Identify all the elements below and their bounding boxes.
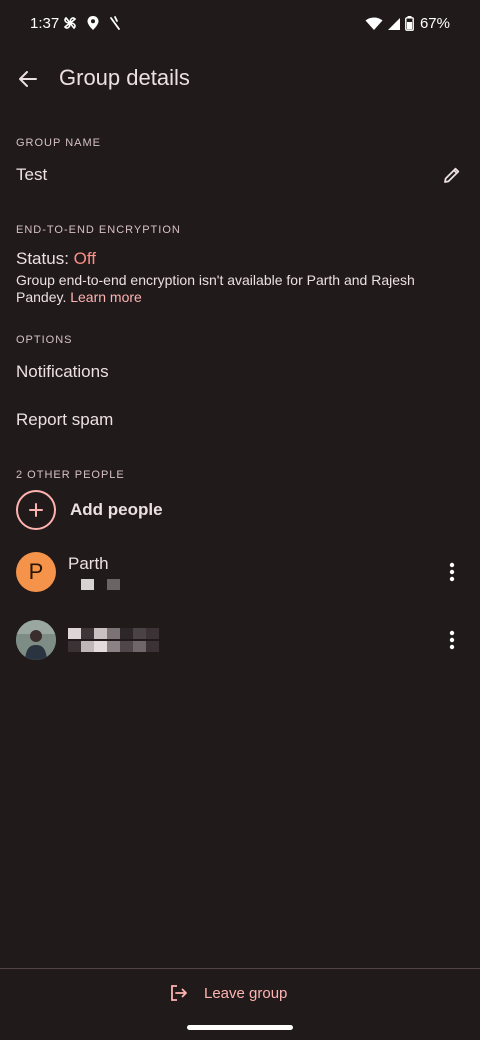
status-label: Status: — [16, 249, 69, 268]
plus-icon — [29, 503, 43, 517]
battery-percent: 67% — [419, 15, 450, 32]
member-more-options-button[interactable] — [442, 626, 462, 654]
group-name-value: Test — [16, 165, 48, 184]
redacted-phone-number — [68, 579, 120, 590]
status-bar: 1:37 67% — [0, 0, 480, 48]
learn-more-link[interactable]: Learn more — [70, 289, 142, 305]
top-app-bar: Group details — [0, 48, 480, 110]
cellular-signal-icon — [387, 17, 400, 30]
page-title: Group details — [59, 65, 190, 90]
member-more-options-button[interactable] — [442, 558, 462, 586]
avatar-photo — [16, 620, 56, 660]
options-header: OPTIONS — [16, 334, 73, 346]
logout-icon — [171, 985, 187, 1001]
edit-group-name-button[interactable] — [438, 161, 466, 189]
status-left-icons — [62, 15, 122, 31]
more-vert-icon — [449, 630, 455, 650]
pencil-icon — [444, 167, 460, 183]
redacted-member-name — [68, 628, 159, 639]
more-vert-icon — [449, 562, 455, 582]
notifications-option[interactable]: Notifications — [16, 362, 109, 382]
status-value: Off — [73, 249, 97, 268]
member-row-parth[interactable]: P Parth — [16, 552, 466, 596]
footer-divider — [0, 968, 480, 969]
back-button[interactable] — [12, 59, 44, 99]
encryption-description-block: Group end-to-end encryption isn't availa… — [16, 272, 456, 306]
battery-icon — [405, 16, 414, 31]
wifi-icon — [365, 17, 383, 30]
arrow-back-icon — [19, 71, 37, 87]
person-photo-icon — [16, 620, 56, 660]
leave-group-button[interactable]: Leave group — [170, 978, 287, 1008]
add-circle — [16, 490, 56, 530]
pinwheel-icon — [63, 16, 77, 30]
group-name-header: GROUP NAME — [16, 137, 101, 149]
people-header: 2 OTHER PEOPLE — [16, 469, 125, 481]
avatar: P — [16, 552, 56, 592]
leave-group-label: Leave group — [204, 984, 288, 1002]
redacted-member-name-row2 — [68, 641, 159, 652]
encryption-status: Status: Off — [16, 249, 96, 269]
member-row-second[interactable] — [16, 620, 466, 664]
member-name: Parth — [68, 554, 109, 573]
gesture-nav-handle[interactable] — [187, 1025, 293, 1030]
data-saver-icon — [110, 16, 120, 30]
encryption-header: END-TO-END ENCRYPTION — [16, 224, 181, 236]
status-time: 1:37 — [30, 15, 60, 32]
add-people-button[interactable]: Add people — [16, 490, 163, 530]
location-icon — [87, 16, 99, 30]
report-spam-option[interactable]: Report spam — [16, 410, 113, 430]
add-people-label: Add people — [70, 500, 163, 519]
status-right-icons: 67% — [365, 15, 450, 32]
